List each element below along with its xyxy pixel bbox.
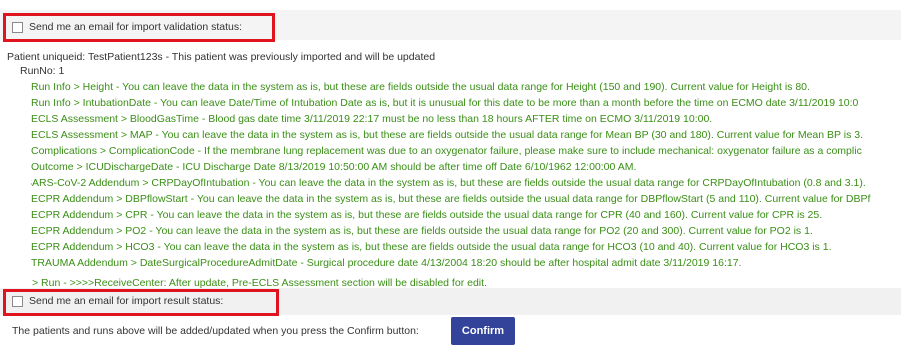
validation-message: TRAUMA Addendum > DateSurgicalProcedureA… (31, 257, 742, 269)
confirm-prompt: The patients and runs above will be adde… (12, 325, 419, 337)
import-result-email-checkbox[interactable] (12, 296, 23, 307)
confirm-row: The patients and runs above will be adde… (0, 315, 901, 351)
patient-summary: Patient uniqueid: TestPatient123s - This… (7, 51, 436, 63)
import-validation-email-checkbox[interactable] (12, 22, 23, 33)
validation-message: Run Info > Height - You can leave the da… (31, 81, 810, 93)
validation-message: ECPR Addendum > HCO3 - You can leave the… (31, 241, 832, 253)
validation-message: ECPR Addendum > PO2 - You can leave the … (31, 225, 813, 237)
validation-message: ECPR Addendum > DBPflowStart - You can l… (31, 193, 871, 205)
import-result-email-label[interactable]: Send me an email for import result statu… (29, 295, 223, 307)
validation-message-list: Run Info > Height - You can leave the da… (31, 79, 901, 271)
import-review-panel: Send me an email for import validation s… (0, 0, 901, 351)
validation-message: SARS-CoV-2 Addendum > CRPDayOfIntubation… (31, 177, 866, 189)
run-receive-center-message: > Run - >>>>ReceiveCenter: After update,… (32, 278, 487, 288)
import-validation-email-label[interactable]: Send me an email for import validation s… (29, 21, 242, 33)
validation-message: ECLS Assessment > BloodGasTime - Blood g… (31, 113, 713, 125)
validation-message: Outcome > ICUDischargeDate - ICU Dischar… (31, 161, 637, 173)
validation-message: Run Info > IntubationDate - You can leav… (31, 97, 859, 109)
validation-message: ECPR Addendum > CPR - You can leave the … (31, 209, 823, 221)
validation-message: ECLS Assessment > MAP - You can leave th… (31, 129, 864, 141)
confirm-button[interactable]: Confirm (451, 317, 515, 345)
run-number: RunNo: 1 (20, 65, 65, 77)
validation-message: Complications > ComplicationCode - If th… (31, 145, 862, 157)
